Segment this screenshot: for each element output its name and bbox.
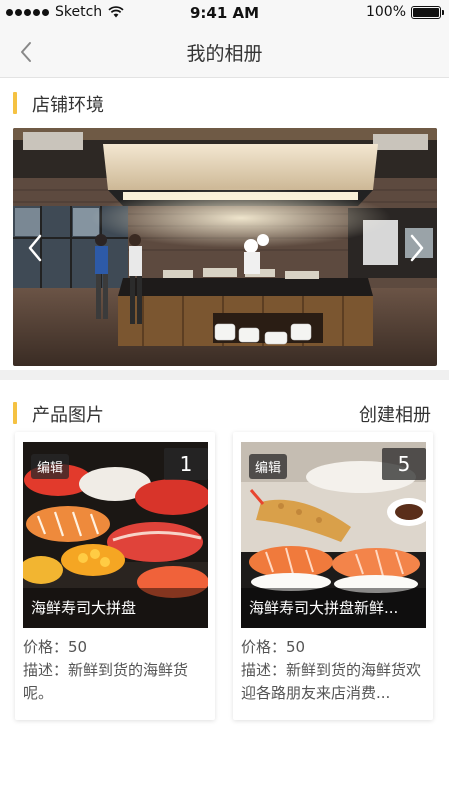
battery-percent: 100% bbox=[365, 4, 406, 20]
chevron-right-icon bbox=[410, 234, 424, 262]
price-row: 价格：50 bbox=[23, 636, 209, 659]
section-divider bbox=[0, 370, 449, 380]
accent-bar bbox=[13, 92, 17, 114]
description-row: 描述：新鲜到货的海鲜货欢迎各路朋友来店消费... bbox=[241, 659, 427, 705]
price-label: 价格： bbox=[241, 638, 287, 656]
description-label: 描述： bbox=[23, 661, 69, 679]
section-header: 店铺环境 bbox=[0, 78, 449, 128]
section-header: 产品图片 创建相册 bbox=[0, 388, 449, 438]
chevron-left-icon bbox=[28, 234, 42, 262]
album-name: 海鲜寿司大拼盘新鲜... bbox=[241, 588, 426, 628]
photo-count-badge: 5 bbox=[382, 448, 426, 480]
description-label: 描述： bbox=[241, 661, 287, 679]
price-value: 50 bbox=[286, 638, 306, 656]
description-row: 描述：新鲜到货的海鲜货呢。 bbox=[23, 659, 209, 705]
album-cover[interactable]: 编辑 1 海鲜寿司大拼盘 bbox=[23, 442, 208, 628]
price-value: 50 bbox=[68, 638, 88, 656]
nav-bar: 我的相册 bbox=[0, 26, 449, 78]
edit-button[interactable]: 编辑 bbox=[31, 454, 70, 479]
battery-icon bbox=[411, 5, 444, 19]
create-album-button[interactable]: 创建相册 bbox=[359, 401, 431, 427]
page-title: 我的相册 bbox=[186, 43, 263, 65]
carousel-prev-button[interactable] bbox=[21, 232, 49, 264]
accent-bar bbox=[13, 402, 17, 424]
price-row: 价格：50 bbox=[241, 636, 427, 659]
carousel-next-button[interactable] bbox=[403, 232, 431, 264]
status-right: 100% bbox=[365, 4, 444, 20]
store-photo-carousel[interactable] bbox=[13, 128, 437, 366]
status-bar: Sketch 9:41 AM 100% bbox=[0, 0, 449, 26]
album-name: 海鲜寿司大拼盘 bbox=[23, 588, 208, 628]
price-label: 价格： bbox=[23, 638, 69, 656]
photo-count-badge: 1 bbox=[164, 448, 208, 480]
edit-button[interactable]: 编辑 bbox=[249, 454, 288, 479]
album-cover[interactable]: 编辑 5 海鲜寿司大拼盘新鲜... bbox=[241, 442, 426, 628]
album-card[interactable]: 编辑 1 海鲜寿司大拼盘 价格：50 描述：新鲜到货的海鲜货呢。 bbox=[15, 432, 215, 720]
product-section-title: 产品图片 bbox=[32, 405, 104, 426]
album-info: 价格：50 描述：新鲜到货的海鲜货欢迎各路朋友来店消费... bbox=[241, 636, 427, 705]
store-section-title: 店铺环境 bbox=[32, 95, 104, 116]
album-info: 价格：50 描述：新鲜到货的海鲜货呢。 bbox=[23, 636, 209, 705]
store-photo bbox=[13, 128, 437, 366]
album-card[interactable]: 编辑 5 海鲜寿司大拼盘新鲜... 价格：50 描述：新鲜到货的海鲜货欢迎各路朋… bbox=[233, 432, 433, 720]
